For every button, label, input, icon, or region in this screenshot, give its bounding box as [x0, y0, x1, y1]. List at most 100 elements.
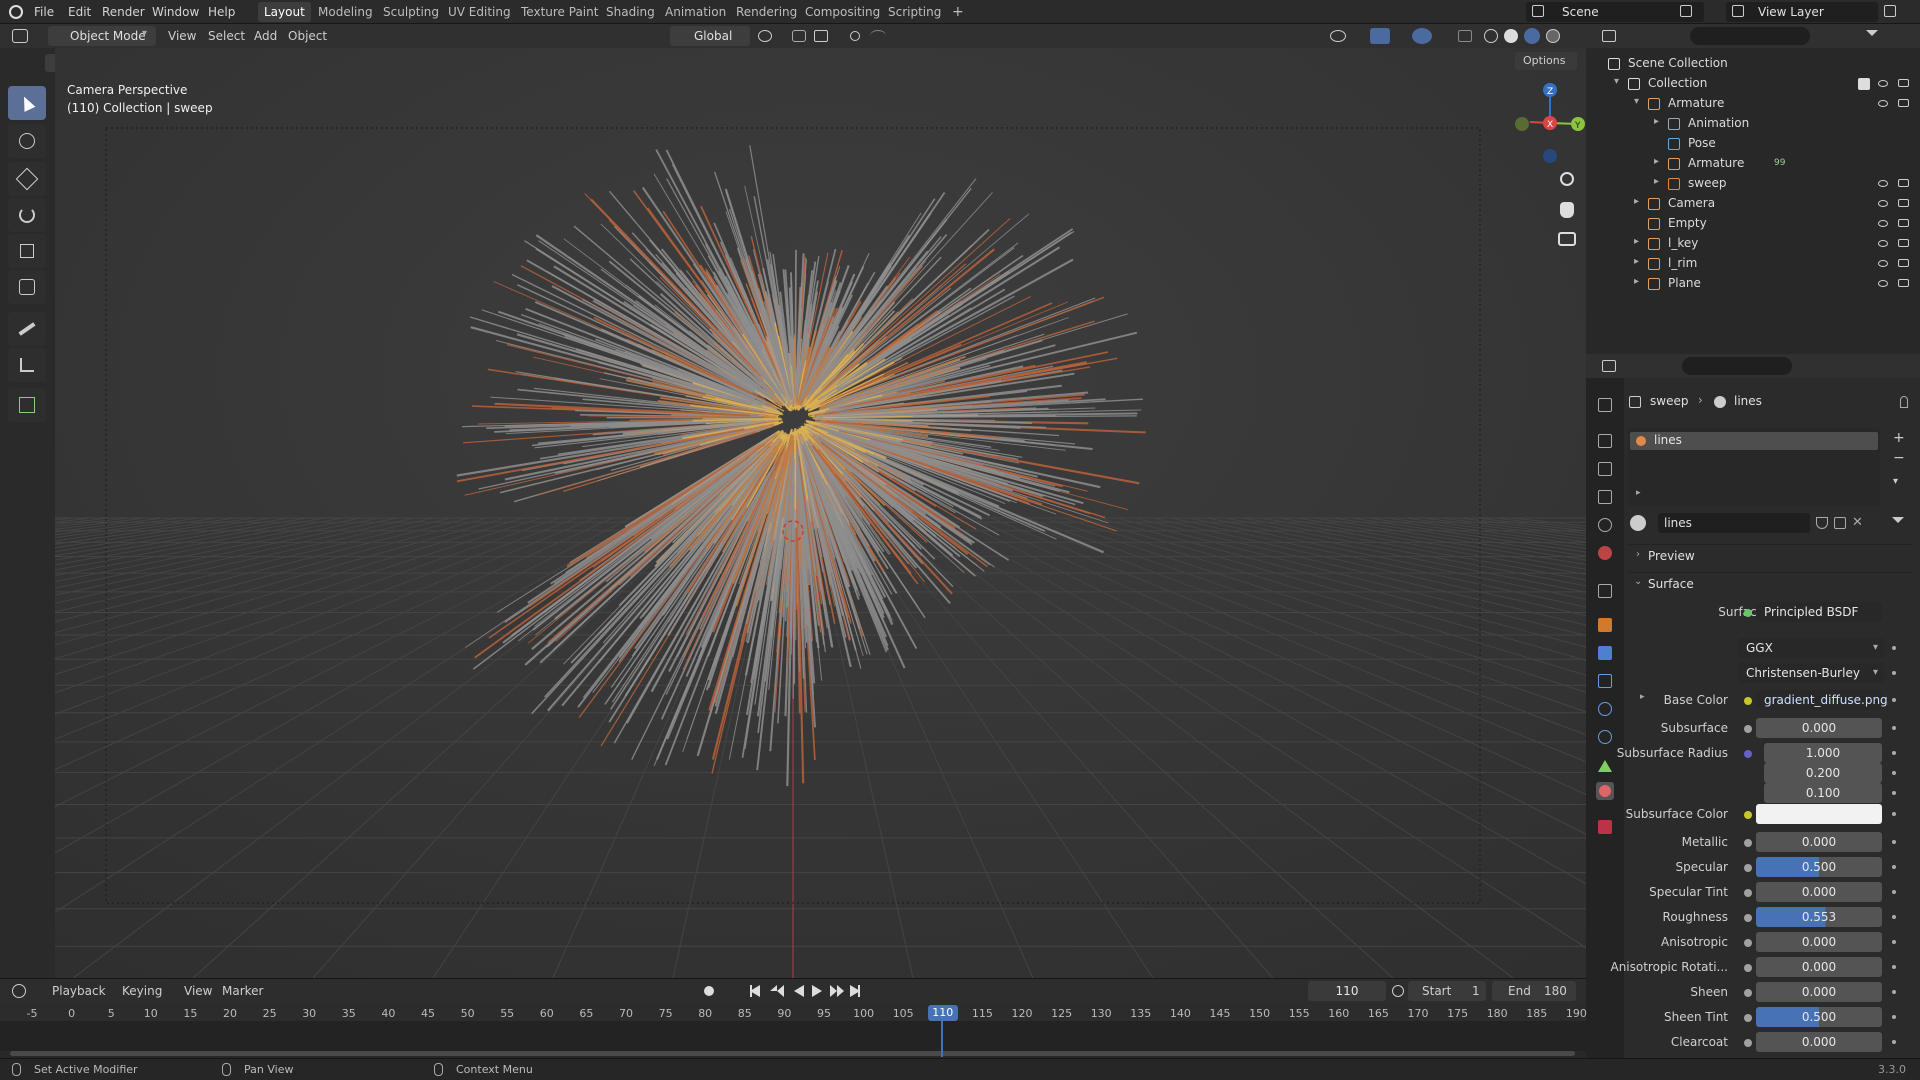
modifier-tab-icon[interactable] [1598, 646, 1612, 660]
output-tab-icon[interactable] [1598, 462, 1612, 476]
render-camera-icon[interactable] [1898, 279, 1909, 287]
material-shading-icon[interactable] [1524, 28, 1540, 44]
property-slider[interactable]: 0.200 [1764, 763, 1882, 783]
add-workspace-button[interactable]: + [946, 2, 970, 22]
collection-tab-icon[interactable] [1598, 584, 1612, 598]
xray-toggle-icon[interactable] [1458, 30, 1472, 42]
property-slider[interactable]: 0.000 [1756, 718, 1882, 738]
property-slider[interactable]: 0.000 [1756, 957, 1882, 977]
scale-tool[interactable] [8, 234, 46, 268]
outliner-expand-icon[interactable]: ▸ [1634, 276, 1639, 287]
pivot-icon[interactable] [758, 30, 772, 42]
annotate-tool[interactable] [8, 312, 46, 346]
render-camera-icon[interactable] [1898, 239, 1909, 247]
snap-target-icon[interactable] [814, 30, 828, 42]
physics-tab-icon[interactable] [1598, 702, 1612, 716]
property-slider[interactable]: 0.100 [1764, 783, 1882, 803]
subsurface-color-swatch[interactable] [1756, 804, 1882, 824]
measure-tool[interactable] [8, 348, 46, 382]
outliner-item[interactable]: Pose [1586, 134, 1920, 154]
proportional-edit-icon[interactable] [850, 31, 860, 41]
gizmo-toggle-icon[interactable] [1370, 28, 1390, 44]
tab-layout[interactable]: Layout [258, 2, 311, 22]
data-tab-icon[interactable] [1598, 758, 1612, 772]
keyframe-dot-icon[interactable] [1892, 865, 1896, 869]
mode-selector[interactable]: Object Mode ▾ [48, 26, 156, 46]
visibility-eye-icon[interactable] [1878, 180, 1888, 187]
outliner-item[interactable]: ▸ Animation [1586, 114, 1920, 134]
surface-shader-selector[interactable]: Principled BSDF [1756, 602, 1882, 622]
blender-logo-icon[interactable] [9, 5, 23, 19]
view-layer-selector[interactable]: View Layer [1726, 2, 1878, 22]
outliner-item[interactable]: ▸ sweep [1586, 174, 1920, 194]
keyframe-dot-icon[interactable] [1892, 646, 1896, 650]
outliner-item[interactable]: Scene Collection [1586, 54, 1920, 74]
menu-marker[interactable]: Marker [222, 984, 263, 998]
snap-icon[interactable] [792, 30, 806, 42]
world-tab-icon[interactable] [1598, 546, 1612, 560]
unlink-material-icon[interactable]: ✕ [1852, 515, 1863, 530]
keyframe-dot-icon[interactable] [1892, 990, 1896, 994]
tool-tab-icon[interactable] [1598, 398, 1612, 412]
keyframe-dot-icon[interactable] [1892, 671, 1896, 675]
outliner-item[interactable]: ▸ Plane [1586, 274, 1920, 294]
filter-icon[interactable] [1866, 30, 1878, 42]
properties-editor-icon[interactable] [1602, 360, 1616, 372]
tab-shading[interactable]: Shading [600, 2, 661, 22]
menu-object[interactable]: Object [288, 29, 327, 43]
outliner-expand-icon[interactable]: ▸ [1634, 256, 1639, 267]
slot-add-button[interactable]: + [1893, 430, 1909, 446]
pan-hand-icon[interactable] [1560, 202, 1574, 218]
property-slider[interactable]: 0.553 [1756, 907, 1882, 927]
outliner-expand-icon[interactable]: ▸ [1634, 196, 1639, 207]
cursor-tool[interactable] [8, 124, 46, 158]
menu-file[interactable]: File [34, 0, 54, 24]
outliner-item[interactable]: ▸ Camera [1586, 194, 1920, 214]
current-frame-field[interactable]: 110 [1308, 981, 1386, 1001]
menu-edit[interactable]: Edit [68, 0, 91, 24]
viewport-options-button[interactable]: Options [1515, 52, 1577, 70]
pin-icon[interactable] [1900, 396, 1908, 408]
outliner-item[interactable]: ▸ l_key [1586, 234, 1920, 254]
visibility-eye-icon[interactable] [1878, 240, 1888, 247]
keyframe-dot-icon[interactable] [1892, 812, 1896, 816]
outliner-expand-icon[interactable]: ▸ [1654, 156, 1659, 167]
timeline-scrollbar[interactable] [10, 1051, 1575, 1056]
outliner-item[interactable]: Empty [1586, 214, 1920, 234]
new-view-layer-icon[interactable] [1884, 5, 1896, 17]
keyframe-dot-icon[interactable] [1892, 940, 1896, 944]
subsurface-method-selector[interactable]: Christensen-Burley ▾ [1738, 663, 1884, 683]
editor-type-icon[interactable] [12, 29, 28, 43]
render-camera-icon[interactable] [1898, 219, 1909, 227]
view-layer-icon[interactable] [1732, 5, 1744, 17]
keyframe-dot-icon[interactable] [1892, 771, 1896, 775]
view-object-types-icon[interactable] [1330, 30, 1346, 42]
scene-selector[interactable]: Scene [1526, 2, 1704, 22]
material-slot-list[interactable]: lines ▸ [1628, 428, 1880, 506]
menu-keying[interactable]: Keying [122, 984, 162, 998]
material-name-field[interactable]: lines [1658, 513, 1810, 533]
preview-panel-header[interactable]: › Preview [1628, 544, 1912, 566]
outliner-expand-icon[interactable]: ▸ [1634, 236, 1639, 247]
property-slider[interactable]: 0.000 [1756, 1032, 1882, 1052]
property-slider[interactable]: 0.000 [1756, 982, 1882, 1002]
distribution-selector[interactable]: GGX ▾ [1738, 638, 1884, 658]
outliner-item[interactable]: ▾ Armature [1586, 94, 1920, 114]
base-color-texture[interactable]: gradient_diffuse.png [1756, 690, 1888, 710]
timeline-track[interactable] [0, 1021, 1586, 1051]
menu-window[interactable]: Window [152, 0, 199, 24]
outliner-display-mode-icon[interactable] [1602, 30, 1616, 42]
render-camera-icon[interactable] [1898, 199, 1909, 207]
tab-rendering[interactable]: Rendering [730, 2, 803, 22]
menu-playback[interactable]: Playback [52, 984, 106, 998]
wireframe-shading-icon[interactable] [1484, 29, 1498, 43]
exclude-checkbox[interactable] [1858, 78, 1870, 90]
keyframe-dot-icon[interactable] [1892, 726, 1896, 730]
outliner-expand-icon[interactable]: ▸ [1654, 176, 1659, 187]
keyframe-dot-icon[interactable] [1892, 698, 1896, 702]
visibility-eye-icon[interactable] [1878, 260, 1888, 267]
menu-view[interactable]: View [168, 29, 196, 43]
visibility-eye-icon[interactable] [1878, 200, 1888, 207]
render-tab-icon[interactable] [1598, 434, 1612, 448]
scene-tab-icon[interactable] [1598, 518, 1612, 532]
